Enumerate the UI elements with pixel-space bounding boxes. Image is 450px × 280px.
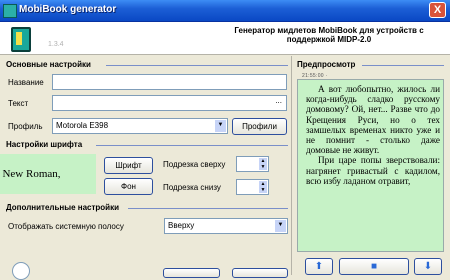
scrollbar-label: Отображать системную полосу [8, 222, 124, 231]
scroll-down-button[interactable]: ⬇ [414, 258, 442, 275]
pad-top-label: Подрезка сверху [163, 160, 226, 169]
title-bar: MobiBook generator X [0, 0, 450, 22]
font-settings-title: Настройки шрифта [6, 140, 83, 149]
action-button[interactable] [232, 268, 288, 278]
pad-top-stepper[interactable]: 3 ▲▼ [236, 156, 269, 172]
subtitle-line-1: Генератор мидлетов MobiBook для устройст… [234, 26, 424, 35]
section-divider [128, 208, 288, 209]
arrow-down-icon: ⬇ [423, 261, 433, 272]
pad-bottom-stepper[interactable]: 1 ▲▼ [236, 179, 269, 195]
spin-arrows-icon[interactable]: ▲ ▼ [259, 158, 267, 170]
window-title: MobiBook generator [19, 4, 117, 15]
pad-bottom-label: Подрезка снизу [163, 183, 221, 192]
app-header: 1.3.4 Генератор мидлетов MobiBook для ус… [0, 22, 450, 55]
section-divider [362, 65, 444, 66]
font-preview: mes New Roman, [0, 154, 96, 194]
font-button[interactable]: Шрифт [104, 157, 153, 174]
center-button[interactable]: ■ [339, 258, 409, 275]
preview-paragraph: А вот любопытно, жилось ли когда-нибудь … [306, 84, 440, 156]
square-icon: ■ [370, 261, 378, 272]
preview-paragraph: При царе попы зверствовали: нагрянет гри… [306, 155, 440, 186]
chevron-down-icon[interactable]: ▼ [215, 120, 226, 132]
chevron-down-icon[interactable]: ▼ [275, 220, 286, 232]
section-divider [96, 145, 288, 146]
preview-status: 21:55:00 · [302, 73, 328, 79]
preview-text: А вот любопытно, жилось ли когда-нибудь … [306, 84, 440, 186]
basic-settings-title: Основные настройки [6, 60, 91, 69]
font-preview-sample: mes New Roman, [0, 168, 61, 180]
browse-button[interactable]: ... [275, 96, 282, 105]
profile-select[interactable]: Motorola E398 ▼ [52, 118, 228, 134]
version-label: 1.3.4 [48, 41, 64, 48]
scrollbar-select[interactable]: Вверху ▼ [164, 218, 288, 234]
arrow-up-icon: ⬆ [314, 261, 324, 272]
profiles-button[interactable]: Профили [232, 118, 287, 135]
info-icon[interactable] [12, 262, 30, 280]
app-icon [3, 4, 17, 18]
text-file-input[interactable]: ... [52, 95, 287, 111]
scroll-up-button[interactable]: ⬆ [305, 258, 333, 275]
preview-screen: А вот любопытно, жилось ли когда-нибудь … [297, 79, 444, 252]
action-button[interactable] [163, 268, 220, 278]
name-label: Название [8, 78, 44, 87]
profile-label: Профиль [8, 122, 43, 131]
close-button[interactable]: X [429, 2, 446, 18]
text-label: Текст [8, 99, 29, 108]
subtitle-line-2: поддержкой MIDP-2.0 [286, 35, 372, 44]
panel-divider [291, 56, 292, 275]
spin-arrows-icon[interactable]: ▲ ▼ [259, 181, 267, 193]
profile-value: Motorola E398 [56, 121, 109, 130]
scrollbar-value: Вверху [168, 221, 195, 230]
name-input[interactable] [52, 74, 287, 90]
book-logo-icon [11, 27, 31, 52]
app-subtitle: Генератор мидлетов MobiBook для устройст… [215, 26, 443, 44]
section-divider [106, 65, 288, 66]
background-button[interactable]: Фон [104, 178, 153, 195]
preview-title: Предпросмотр [297, 60, 356, 69]
extra-settings-title: Дополнительные настройки [6, 203, 119, 212]
